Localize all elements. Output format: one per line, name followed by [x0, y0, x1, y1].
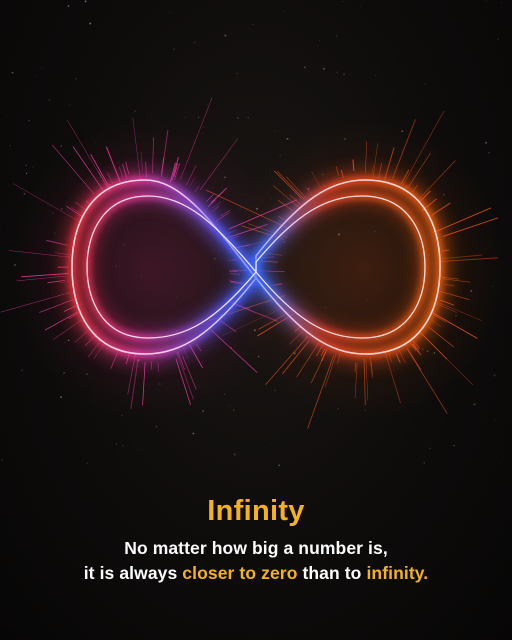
caption: Infinity No matter how big a number is, … [0, 494, 512, 586]
highlight-infinity: infinity. [366, 563, 429, 583]
infinity-poster: Infinity No matter how big a number is, … [0, 0, 512, 640]
subtitle-line-2-start: it is always [83, 563, 183, 583]
title: Infinity [207, 495, 305, 527]
subtitle-line-2: it is always closer to zero than to infi… [0, 561, 512, 586]
subtitle-line-1: No matter how big a number is, [124, 538, 388, 558]
subtitle-line-2-mid: than to [297, 563, 367, 583]
highlight-closer-to-zero: closer to zero [182, 563, 298, 583]
